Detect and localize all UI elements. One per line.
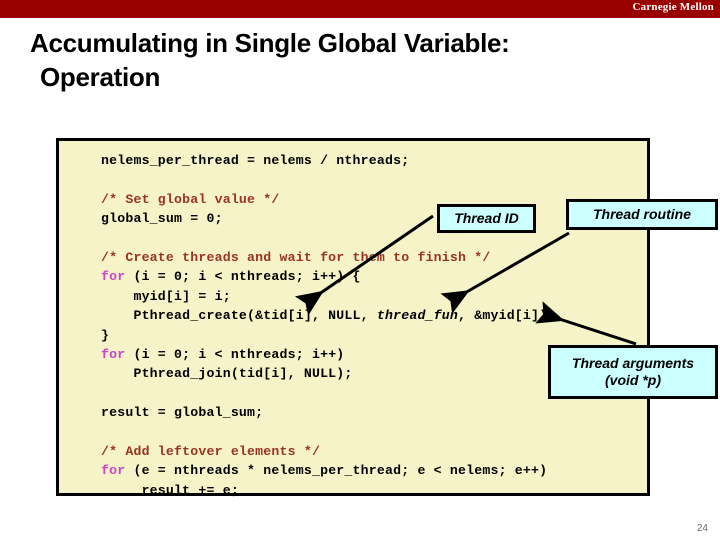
callout-thread-arguments-line2: (void *p) (605, 372, 661, 388)
carnegie-mellon-brand: Carnegie Mellon (632, 1, 714, 13)
callout-thread-id-label: Thread ID (454, 210, 519, 226)
callout-thread-arguments-line1: Thread arguments (571, 355, 695, 371)
page-title-line2: Operation (40, 62, 161, 92)
callout-thread-arguments: Thread arguments (void *p) (548, 345, 718, 399)
page-title: Accumulating in Single Global Variable: … (30, 26, 670, 94)
code-block: nelems_per_thread = nelems / nthreads;/*… (56, 138, 650, 498)
callout-thread-id: Thread ID (437, 204, 536, 233)
page-title-line1: Accumulating in Single Global Variable: (30, 28, 510, 58)
top-banner (0, 0, 720, 18)
callout-thread-routine: Thread routine (566, 199, 718, 230)
callout-thread-routine-label: Thread routine (592, 206, 691, 222)
page-number: 24 (696, 523, 708, 534)
